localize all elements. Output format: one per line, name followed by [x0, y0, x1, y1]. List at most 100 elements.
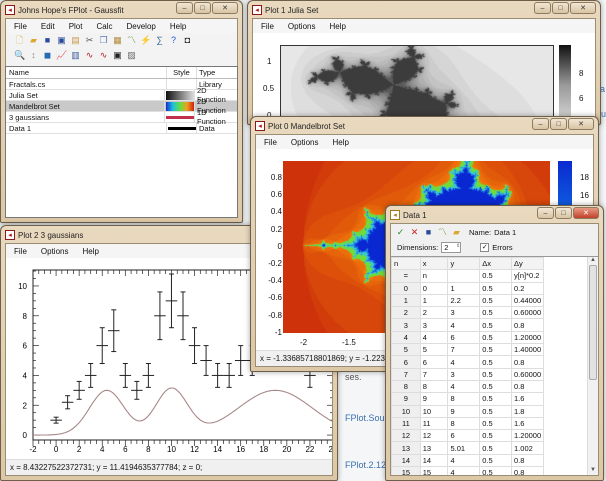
close-button[interactable]: ✕: [570, 2, 596, 14]
curve2-icon[interactable]: ∿: [98, 50, 109, 61]
calc-icon[interactable]: ∑: [154, 35, 165, 46]
table-cell[interactable]: 0.5: [479, 392, 513, 406]
column-header-type[interactable]: Type: [197, 68, 215, 77]
name-field[interactable]: Data 1: [494, 228, 516, 237]
column-header[interactable]: y: [447, 256, 481, 271]
menu-file[interactable]: File: [264, 138, 277, 147]
column-header[interactable]: Δx: [479, 256, 513, 271]
table-cell[interactable]: [447, 269, 481, 283]
copy-icon[interactable]: ❐: [98, 35, 109, 46]
table-cell[interactable]: 0.5: [479, 281, 513, 295]
list-item[interactable]: 3 gaussians 1D Function: [6, 108, 237, 126]
row-header[interactable]: 7: [391, 367, 421, 381]
scroll-up-icon[interactable]: ▲: [588, 257, 598, 263]
curve1-icon[interactable]: ∿: [84, 50, 95, 61]
column-header-style[interactable]: Style: [167, 67, 197, 78]
maximize-button[interactable]: □: [194, 2, 211, 14]
table-cell[interactable]: 0.5: [479, 404, 513, 418]
dimensions-value[interactable]: 2: [444, 243, 448, 252]
table-cell[interactable]: 0.5: [479, 416, 513, 431]
table-cell[interactable]: 3: [419, 318, 449, 332]
help-icon[interactable]: ?: [168, 35, 179, 46]
table-cell[interactable]: 0.5: [479, 379, 513, 394]
table-cell[interactable]: 4: [447, 379, 481, 394]
open-folder-icon[interactable]: ▰: [451, 227, 462, 238]
minimize-button[interactable]: –: [532, 118, 549, 130]
table-cell[interactable]: 0.5: [479, 330, 513, 345]
table-cell[interactable]: 4: [447, 355, 481, 369]
save-all-icon[interactable]: ▣: [56, 35, 67, 46]
table-cell[interactable]: 13: [419, 441, 449, 455]
table-cell[interactable]: y[n]*0.2: [511, 269, 544, 283]
plot-icon[interactable]: 〽: [437, 227, 448, 238]
row-header[interactable]: 0: [391, 281, 421, 295]
table-cell[interactable]: 0.5: [479, 343, 513, 357]
exit-icon[interactable]: ◘: [182, 35, 193, 46]
menu-help[interactable]: Help: [170, 22, 186, 31]
menu-calc[interactable]: Calc: [96, 22, 112, 31]
table-cell[interactable]: 0.5: [479, 441, 513, 455]
table-cell[interactable]: 7: [447, 343, 481, 357]
table-cell[interactable]: 9: [447, 404, 481, 418]
row-header[interactable]: 1: [391, 293, 421, 308]
row-header[interactable]: 13: [391, 441, 421, 455]
table-cell[interactable]: 0.5: [479, 293, 513, 308]
column-header[interactable]: n: [391, 256, 421, 271]
globe-icon[interactable]: ◼: [42, 50, 53, 61]
table-cell[interactable]: 9: [419, 392, 449, 406]
properties-icon[interactable]: ▨: [126, 50, 137, 61]
apply-check-icon[interactable]: ✓: [395, 227, 406, 238]
menu-options[interactable]: Options: [41, 247, 69, 256]
print-icon[interactable]: ▤: [70, 35, 81, 46]
table-cell[interactable]: 10: [419, 404, 449, 418]
object-list[interactable]: Name Style Type Fractals.cs Library Julia …: [5, 66, 238, 218]
row-header[interactable]: 5: [391, 343, 421, 357]
vertical-scrollbar[interactable]: ▲ ▼: [587, 257, 598, 475]
table-cell[interactable]: 8: [447, 416, 481, 431]
table-cell[interactable]: 0.5: [479, 429, 513, 443]
row-header[interactable]: 11: [391, 416, 421, 431]
table-cell[interactable]: 6: [447, 330, 481, 345]
row-header[interactable]: 15: [391, 466, 421, 475]
close-button[interactable]: ✕: [568, 118, 594, 130]
table-cell[interactable]: 1.002: [511, 441, 544, 455]
column-header[interactable]: x: [419, 256, 449, 271]
table-cell[interactable]: 3: [447, 306, 481, 320]
minimize-button[interactable]: –: [176, 2, 193, 14]
table-cell[interactable]: 6: [419, 355, 449, 369]
minimize-button[interactable]: –: [534, 2, 551, 14]
save-icon[interactable]: ■: [423, 227, 434, 238]
scroll-down-icon[interactable]: ▼: [588, 467, 598, 473]
menu-plot[interactable]: Plot: [69, 22, 83, 31]
menu-develop[interactable]: Develop: [127, 22, 156, 31]
table-cell[interactable]: n: [419, 269, 449, 283]
bars-icon[interactable]: ▥: [70, 50, 81, 61]
column-header[interactable]: Δy: [511, 256, 544, 271]
table-cell[interactable]: 3: [447, 367, 481, 381]
table-cell[interactable]: 15: [419, 466, 449, 475]
row-header[interactable]: 10: [391, 404, 421, 418]
menu-help[interactable]: Help: [329, 22, 345, 31]
row-header[interactable]: 2: [391, 306, 421, 320]
table-cell[interactable]: 0.5: [479, 466, 513, 475]
close-button[interactable]: ✕: [212, 2, 238, 14]
chart-icon[interactable]: 📈: [56, 50, 67, 61]
table-cell[interactable]: 11: [419, 416, 449, 431]
table-cell[interactable]: 0.5: [479, 269, 513, 283]
table-cell[interactable]: 7: [419, 367, 449, 381]
console-icon[interactable]: ▣: [112, 50, 123, 61]
table-cell[interactable]: 0.5: [479, 355, 513, 369]
table-cell[interactable]: 4: [419, 330, 449, 345]
axes-icon[interactable]: ↕: [28, 50, 39, 61]
table-cell[interactable]: 5: [419, 343, 449, 357]
table-cell[interactable]: 0.8: [511, 453, 544, 468]
table-cell[interactable]: 1.8: [511, 404, 544, 418]
table-cell[interactable]: 8: [419, 379, 449, 394]
paste-icon[interactable]: ▦: [112, 35, 123, 46]
scrollbar-thumb[interactable]: [589, 265, 597, 380]
menu-options[interactable]: Options: [288, 22, 316, 31]
table-cell[interactable]: 2: [419, 306, 449, 320]
delete-x-icon[interactable]: ✕: [409, 227, 420, 238]
table-cell[interactable]: 0.8: [511, 318, 544, 332]
row-header[interactable]: 6: [391, 355, 421, 369]
